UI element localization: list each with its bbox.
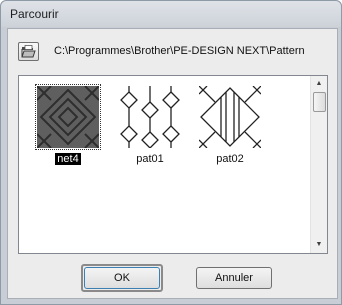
browse-dialog: Parcourir C:\Programmes\Brother\PE-DESIG…: [0, 0, 342, 305]
vertical-scrollbar[interactable]: ▲ ▼: [310, 76, 327, 253]
file-list-view[interactable]: net4 pat01 pat02 ▲ ▼: [18, 75, 328, 254]
file-item-pat01[interactable]: pat01: [115, 84, 185, 168]
file-item-net4[interactable]: net4: [33, 84, 103, 168]
pattern-net4-thumbnail: [35, 84, 101, 150]
folder-path: C:\Programmes\Brother\PE-DESIGN NEXT\Pat…: [54, 45, 305, 57]
dialog-title: Parcourir: [10, 7, 59, 21]
folder-open-icon: [21, 45, 36, 58]
file-name: pat01: [136, 153, 164, 165]
ok-button[interactable]: OK: [84, 267, 160, 289]
scroll-thumb[interactable]: [313, 92, 326, 112]
cancel-button[interactable]: Annuler: [196, 267, 272, 289]
scroll-up-icon[interactable]: ▲: [311, 76, 327, 92]
file-item-pat02[interactable]: pat02: [195, 84, 265, 168]
pattern-pat02-thumbnail: [199, 86, 261, 148]
file-name: pat02: [216, 153, 244, 165]
pattern-pat01-thumbnail: [119, 86, 181, 148]
scroll-down-icon[interactable]: ▼: [311, 237, 327, 253]
title-bar[interactable]: Parcourir: [1, 1, 341, 27]
browse-folder-button[interactable]: [18, 42, 39, 61]
file-name: net4: [55, 153, 81, 165]
dialog-body: C:\Programmes\Brother\PE-DESIGN NEXT\Pat…: [7, 28, 338, 299]
